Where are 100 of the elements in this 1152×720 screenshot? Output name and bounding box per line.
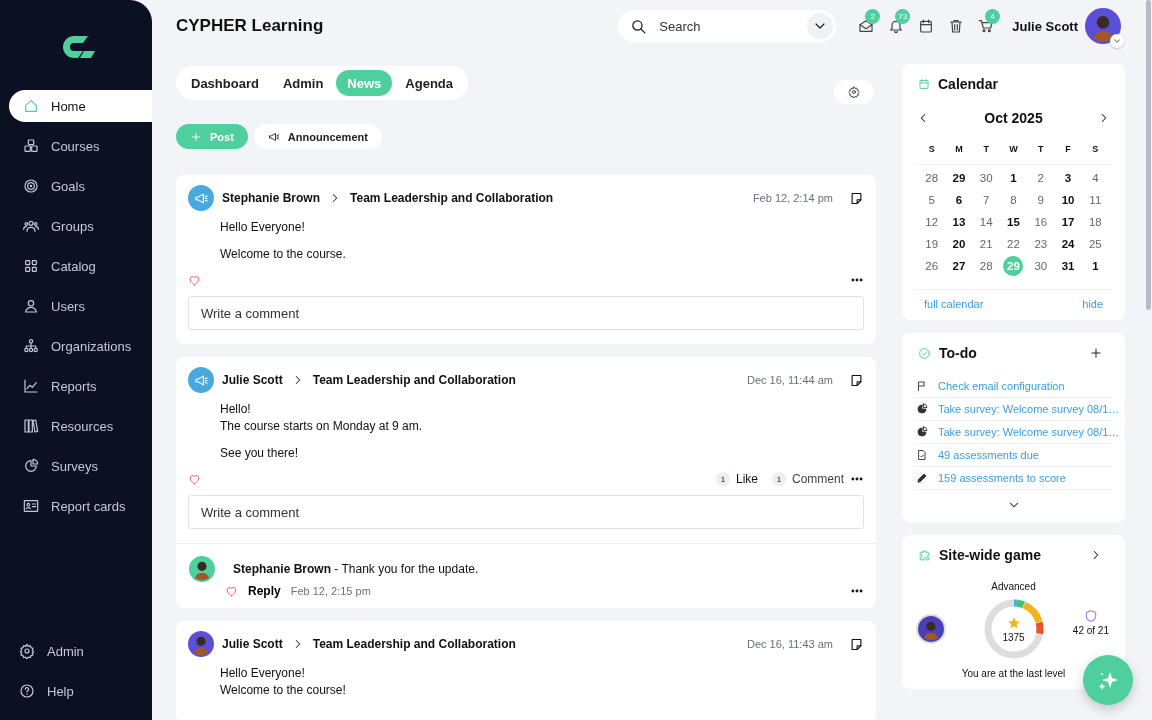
cubes-icon bbox=[23, 138, 39, 154]
bell-icon[interactable] bbox=[888, 18, 905, 34]
weekday-label: S bbox=[1092, 144, 1099, 154]
sidebar-item[interactable]: Goals bbox=[9, 170, 152, 202]
author-name[interactable]: Stephanie Brown bbox=[222, 191, 320, 205]
books-icon bbox=[23, 418, 39, 434]
sidebar-item[interactable]: Surveys bbox=[9, 450, 152, 482]
plus-icon bbox=[1089, 346, 1103, 360]
calendar-day[interactable]: 3 bbox=[1058, 168, 1079, 188]
sidebar-item[interactable]: Home bbox=[9, 90, 152, 122]
badge-count: 42 of 21 bbox=[1072, 624, 1109, 636]
scrollbar[interactable] bbox=[1146, 0, 1151, 310]
calendar-day[interactable]: 18 bbox=[1085, 212, 1106, 232]
comment-field[interactable]: Write a comment bbox=[188, 296, 864, 330]
note-icon[interactable] bbox=[849, 190, 864, 206]
calendar-day[interactable]: 2 bbox=[1030, 168, 1051, 188]
search-bar[interactable]: Search bbox=[618, 10, 837, 42]
calendar-day[interactable]: 21 bbox=[976, 234, 997, 254]
calendar-day[interactable]: 10 bbox=[1058, 190, 1079, 210]
settings-button[interactable] bbox=[834, 80, 874, 104]
calendar-day[interactable]: 30 bbox=[976, 168, 997, 188]
note-icon[interactable] bbox=[849, 372, 864, 388]
sidebar-item[interactable]: Resources bbox=[9, 410, 152, 442]
calendar-day[interactable]: 24 bbox=[1058, 234, 1079, 254]
reply-link[interactable]: Reply bbox=[248, 584, 281, 598]
course-name[interactable]: Team Leadership and Collaboration bbox=[312, 637, 516, 651]
calendar-day[interactable]: 26 bbox=[921, 256, 942, 276]
user-name[interactable]: Julie Scott bbox=[1012, 18, 1078, 34]
id-card-icon bbox=[23, 498, 39, 514]
sidebar-item[interactable]: Reports bbox=[9, 370, 152, 402]
course-name[interactable]: Team Leadership and Collaboration bbox=[312, 373, 516, 387]
comment-time: Feb 12, 2:15 pm bbox=[290, 585, 371, 597]
calendar-day[interactable]: 25 bbox=[1085, 234, 1106, 254]
gauge-drawing bbox=[982, 598, 1045, 660]
calendar-day[interactable]: 5 bbox=[921, 190, 942, 210]
calendar-day[interactable]: 6 bbox=[948, 190, 969, 210]
calendar-day[interactable]: 9 bbox=[1030, 190, 1051, 210]
calendar-day[interactable]: 14 bbox=[976, 212, 997, 232]
calendar-icon[interactable] bbox=[918, 18, 935, 34]
sidebar-item[interactable]: Report cards bbox=[9, 490, 152, 522]
weekday-label: M bbox=[955, 144, 963, 154]
like-label[interactable]: Like bbox=[735, 472, 758, 486]
calendar-day[interactable]: 31 bbox=[1058, 256, 1079, 276]
account-menu-button[interactable] bbox=[1110, 34, 1124, 48]
calendar-day[interactable]: 19 bbox=[921, 234, 942, 254]
comment-field[interactable]: Write a comment bbox=[188, 495, 864, 529]
calendar-day[interactable]: 30 bbox=[1030, 256, 1051, 276]
post-time: Feb 12, 2:14 pm bbox=[752, 192, 833, 204]
post-text: See you there! bbox=[220, 445, 300, 462]
tab[interactable]: Admin bbox=[271, 70, 335, 96]
cart-icon[interactable] bbox=[978, 18, 995, 34]
calendar-day[interactable]: 4 bbox=[1085, 168, 1106, 188]
calendar-day[interactable]: 28 bbox=[976, 256, 997, 276]
calendar-day[interactable]: 13 bbox=[948, 212, 969, 232]
calendar-day[interactable]: 28 bbox=[921, 168, 942, 188]
tab[interactable]: Dashboard bbox=[180, 70, 270, 96]
people-icon bbox=[23, 218, 39, 234]
calendar-day[interactable]: 1 bbox=[1003, 168, 1024, 188]
grid-icon bbox=[23, 258, 39, 274]
calendar-day[interactable]: 15 bbox=[1003, 212, 1024, 232]
calendar-day[interactable]: 12 bbox=[921, 212, 942, 232]
comment-label[interactable]: Comment bbox=[792, 472, 844, 486]
tab[interactable]: Agenda bbox=[394, 70, 464, 96]
calendar-day[interactable]: 17 bbox=[1058, 212, 1079, 232]
sidebar-item[interactable]: Courses bbox=[9, 130, 152, 162]
sidebar-item[interactable]: Admin bbox=[5, 635, 152, 667]
badge: 2 bbox=[865, 9, 881, 24]
envelope-icon[interactable] bbox=[858, 18, 875, 34]
add-button[interactable] bbox=[1089, 346, 1103, 360]
calendar-day[interactable]: 7 bbox=[976, 190, 997, 210]
settings-icon bbox=[848, 86, 860, 98]
heart-icon[interactable] bbox=[188, 273, 201, 287]
month-label: Oct 2025 bbox=[984, 110, 1043, 126]
course-name[interactable]: Team Leadership and Collaboration bbox=[350, 191, 554, 205]
calendar-day[interactable]: 22 bbox=[1003, 234, 1024, 254]
flag-icon bbox=[916, 380, 928, 392]
calendar-day[interactable]: 23 bbox=[1030, 234, 1051, 254]
sidebar-item[interactable]: Help bbox=[5, 675, 152, 707]
sidebar-item[interactable]: Users bbox=[9, 290, 152, 322]
author-name[interactable]: Julie Scott bbox=[222, 637, 283, 651]
heart-icon[interactable] bbox=[188, 472, 201, 486]
author-name[interactable]: Julie Scott bbox=[222, 373, 283, 387]
calendar-day[interactable]: 29 bbox=[948, 168, 969, 188]
calendar-day[interactable]: 8 bbox=[1003, 190, 1024, 210]
announcement-button[interactable]: Announcement bbox=[253, 124, 382, 149]
heart-icon[interactable] bbox=[225, 584, 238, 598]
dropdown-button[interactable] bbox=[807, 13, 834, 39]
calendar-day[interactable]: 11 bbox=[1085, 190, 1106, 210]
note-icon[interactable] bbox=[849, 636, 864, 652]
calendar-day[interactable]: 1 bbox=[1085, 256, 1106, 276]
trash-icon[interactable] bbox=[948, 18, 965, 34]
calendar-day[interactable]: 16 bbox=[1030, 212, 1051, 232]
search-field[interactable]: Search bbox=[657, 17, 798, 35]
calendar-day[interactable]: 20 bbox=[948, 234, 969, 254]
sidebar-item[interactable]: Catalog bbox=[9, 250, 152, 282]
sidebar-item[interactable]: Groups bbox=[9, 210, 152, 242]
post-time: Dec 16, 11:43 am bbox=[747, 638, 833, 650]
sidebar-item[interactable]: Organizations bbox=[9, 330, 152, 362]
calendar-day[interactable]: 27 bbox=[948, 256, 969, 276]
weekday-label: S bbox=[928, 144, 935, 154]
